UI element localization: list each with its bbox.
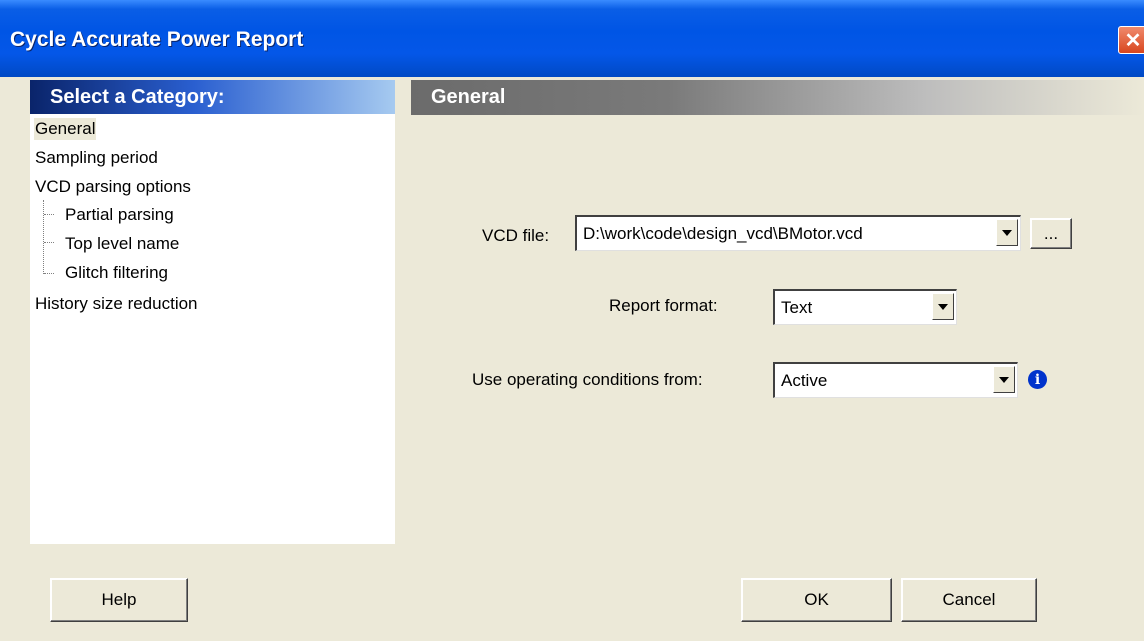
tree-item-top-level-name[interactable]: Top level name (64, 233, 180, 255)
vcd-file-combo[interactable]: D:\work\code\design_vcd\BMotor.vcd (575, 215, 1021, 251)
browse-button[interactable]: ... (1030, 218, 1072, 249)
vcd-file-dropdown-button[interactable] (996, 219, 1018, 246)
window-title: Cycle Accurate Power Report (10, 28, 304, 51)
report-format-combo[interactable]: Text (773, 289, 957, 325)
cancel-button[interactable]: Cancel (901, 578, 1037, 622)
tree-connector-line (44, 214, 54, 215)
category-panel: Select a Category: General Sampling peri… (30, 80, 395, 544)
vcd-file-label: VCD file: (482, 226, 550, 245)
close-button[interactable]: ✕ (1118, 26, 1144, 54)
help-button[interactable]: Help (50, 578, 188, 622)
tree-connector-line (44, 242, 54, 243)
operating-conditions-combo[interactable]: Active (773, 362, 1018, 398)
report-format-label: Report format: (609, 296, 718, 315)
chevron-down-icon (1002, 229, 1012, 236)
tree-item-partial-parsing[interactable]: Partial parsing (64, 204, 175, 226)
tree-item-history-size-reduction[interactable]: History size reduction (34, 293, 199, 315)
vcd-file-value: D:\work\code\design_vcd\BMotor.vcd (583, 224, 863, 243)
report-format-value: Text (781, 298, 813, 317)
operating-conditions-value: Active (781, 371, 828, 390)
operating-conditions-dropdown-button[interactable] (993, 366, 1015, 393)
tree-item-sampling-period[interactable]: Sampling period (34, 147, 159, 169)
operating-conditions-label: Use operating conditions from: (472, 370, 703, 389)
ok-button[interactable]: OK (741, 578, 892, 622)
section-header: General (411, 80, 1144, 115)
tree-connector-line (44, 273, 54, 274)
category-header: Select a Category: (30, 80, 395, 114)
tree-item-glitch-filtering[interactable]: Glitch filtering (64, 262, 169, 284)
chevron-down-icon (938, 303, 948, 310)
tree-item-vcd-parsing-options[interactable]: VCD parsing options (34, 176, 192, 198)
report-format-dropdown-button[interactable] (932, 293, 954, 320)
tree-connector-line (43, 200, 44, 274)
title-bar: Cycle Accurate Power Report ✕ (0, 0, 1144, 77)
tree-item-general[interactable]: General (34, 118, 97, 140)
chevron-down-icon (999, 376, 1009, 383)
info-icon[interactable]: i (1028, 370, 1047, 389)
close-icon: ✕ (1124, 29, 1142, 52)
